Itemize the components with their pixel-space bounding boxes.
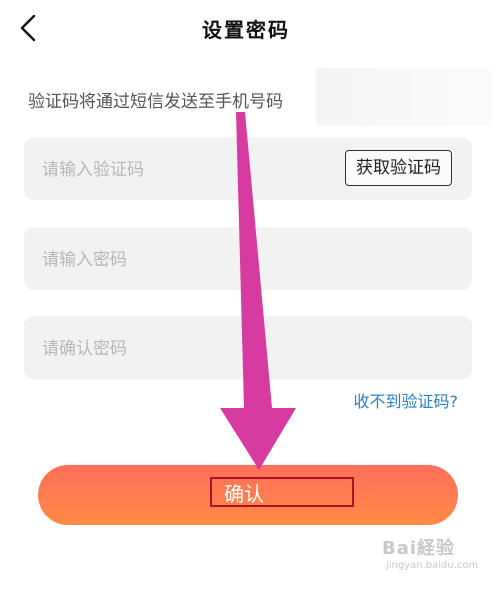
watermark: Bai経验 jingyan.baidu.com xyxy=(368,532,480,580)
confirm-password-field[interactable] xyxy=(24,316,472,381)
sms-note-text: 验证码将通过短信发送至手机号码 xyxy=(28,92,283,112)
confirm-password-input[interactable] xyxy=(40,316,334,381)
verification-code-input[interactable] xyxy=(40,137,334,202)
watermark-logo-text: Bai経验 xyxy=(382,538,456,559)
phone-number-masked xyxy=(316,68,492,126)
no-code-link[interactable]: 收不到验证码? xyxy=(354,388,459,412)
password-input[interactable] xyxy=(40,227,334,292)
confirm-button-label: 确认 xyxy=(210,477,354,507)
header-bar: 设置密码 xyxy=(0,0,492,58)
page-title: 设置密码 xyxy=(202,18,290,42)
confirm-button[interactable]: 确认 xyxy=(38,465,458,525)
password-field[interactable] xyxy=(24,227,472,292)
watermark-url: jingyan.baidu.com xyxy=(386,560,479,571)
verification-code-field[interactable]: 获取验证码 xyxy=(24,137,472,202)
get-code-button[interactable]: 获取验证码 xyxy=(345,150,452,186)
